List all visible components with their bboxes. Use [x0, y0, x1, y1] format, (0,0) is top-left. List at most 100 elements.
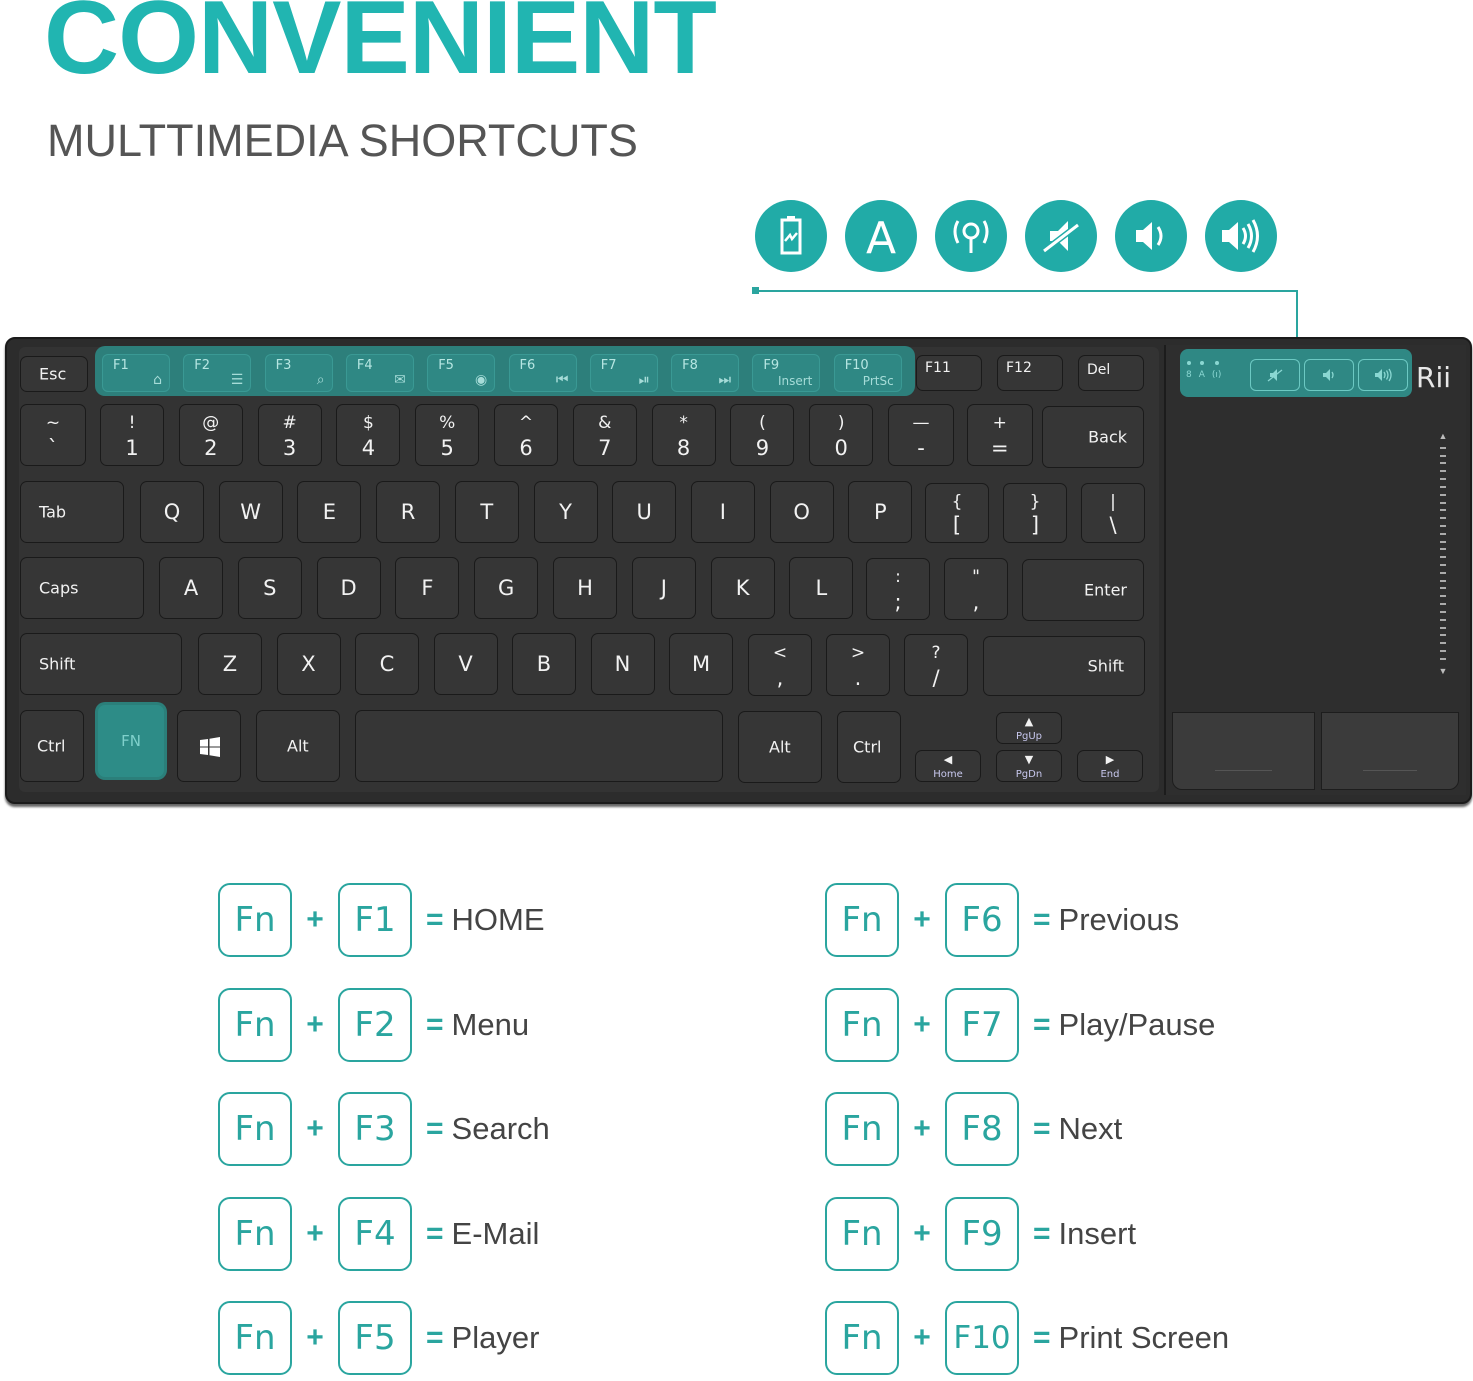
key-del[interactable]: Del	[1078, 355, 1144, 391]
key-number[interactable]: ! 1	[100, 404, 164, 466]
key-end[interactable]: ▶ End	[1077, 750, 1143, 782]
key-z[interactable]: Z	[198, 633, 262, 695]
key-number[interactable]: $4	[336, 404, 401, 466]
key-number[interactable]: % 5	[415, 404, 480, 466]
key-f1[interactable]: F1 ⌂	[102, 354, 170, 392]
key-pgup[interactable]: ▲ PgUp	[996, 712, 1062, 744]
key-alt-left[interactable]: Alt	[256, 710, 340, 782]
key-r[interactable]: R	[376, 481, 441, 543]
key-x[interactable]: X	[276, 633, 341, 695]
mute-button[interactable]	[1250, 359, 1300, 391]
key-p[interactable]: P	[848, 481, 913, 543]
key-fn[interactable]: FN	[98, 705, 164, 777]
key-l[interactable]: L	[789, 557, 854, 619]
key-f3[interactable]: F3 ⌕	[264, 354, 333, 392]
key-c[interactable]: C	[355, 633, 419, 695]
key-f7[interactable]: F7 ⏯	[589, 354, 658, 392]
key-s[interactable]: S	[237, 557, 302, 619]
key-shift-right[interactable]: Shift	[983, 636, 1145, 696]
left-click-button[interactable]	[1172, 712, 1315, 790]
key-k[interactable]: K	[710, 557, 775, 619]
key-number[interactable]: ~ `	[20, 404, 86, 466]
key-g[interactable]: G	[474, 557, 539, 619]
key-number[interactable]: + =	[966, 404, 1033, 466]
key-d[interactable]: D	[316, 557, 381, 619]
key-f8[interactable]: F8 ⏭	[671, 354, 740, 392]
key-f5[interactable]: F5 ◉	[427, 354, 496, 392]
volume-up-button[interactable]	[1358, 359, 1408, 391]
key-symbol[interactable]: | \	[1081, 483, 1145, 543]
volume-down-button[interactable]	[1304, 359, 1354, 391]
key-j[interactable]: J	[631, 557, 696, 619]
scroll-tick	[1440, 493, 1446, 496]
key-b[interactable]: B	[512, 633, 576, 695]
key-symbol[interactable]: <,	[748, 634, 812, 696]
key-y[interactable]: Y	[533, 481, 598, 543]
key-enter[interactable]: Enter	[1022, 559, 1144, 621]
mute-icon	[1025, 200, 1097, 272]
key-symbol[interactable]: ? /	[904, 634, 968, 696]
key-t[interactable]: T	[454, 481, 519, 543]
key-ctrl-left[interactable]: Ctrl	[20, 710, 84, 782]
key-v[interactable]: V	[433, 633, 498, 695]
key-home[interactable]: ◀ Home	[915, 750, 981, 782]
scroll-tick	[1440, 446, 1446, 449]
key-alt-right[interactable]: Alt	[738, 711, 822, 783]
plus-sign: +	[913, 1321, 931, 1354]
key-w[interactable]: W	[218, 481, 283, 543]
key-symbol[interactable]: >.	[826, 634, 890, 696]
key-a[interactable]: A	[159, 557, 223, 619]
key-e[interactable]: E	[297, 481, 362, 543]
key-backspace[interactable]: Back	[1042, 406, 1144, 468]
page-subtitle: MULTTIMEDIA SHORTCUTS	[47, 115, 638, 166]
key-f[interactable]: F	[395, 557, 460, 619]
touchpad[interactable]: 8 A (ı) Rii ▲ ▼	[1164, 345, 1466, 795]
key-caps-lock[interactable]: Caps	[20, 557, 144, 619]
key-u[interactable]: U	[612, 481, 677, 543]
key-f4[interactable]: F4 ✉	[345, 354, 414, 392]
key-number[interactable]: (9	[730, 404, 795, 466]
key-symbol[interactable]: ",	[944, 558, 1008, 620]
shortcut-modifier-key: Fn	[218, 1301, 292, 1375]
end-arrow-icon: ▶	[1105, 753, 1115, 766]
key-label: X	[301, 652, 316, 676]
key-space[interactable]	[355, 710, 723, 782]
key-symbol[interactable]: {[	[925, 483, 989, 543]
key-esc[interactable]: Esc	[20, 356, 88, 392]
key-number[interactable]: — -	[888, 404, 954, 466]
key-windows[interactable]	[177, 710, 241, 782]
key-f6[interactable]: F6 ⏮	[508, 354, 577, 392]
key-number[interactable]: ) 0	[809, 404, 874, 466]
key-i[interactable]: I	[690, 481, 755, 543]
key-symbol[interactable]: :;	[866, 558, 930, 620]
key-symbol[interactable]: }]	[1003, 483, 1067, 543]
key-label: ,	[776, 666, 784, 690]
key-ctrl-right[interactable]: Ctrl	[837, 711, 901, 783]
key-f9[interactable]: F9 Insert	[752, 354, 821, 392]
key-n[interactable]: N	[590, 633, 655, 695]
key-tab[interactable]: Tab	[20, 481, 124, 543]
key-label: U	[636, 500, 652, 524]
key-f11[interactable]: F11	[916, 355, 982, 391]
menu-icon: ☰	[230, 372, 244, 388]
key-number[interactable]: @2	[178, 404, 243, 466]
key-m[interactable]: M	[669, 633, 733, 695]
key-q[interactable]: Q	[140, 481, 204, 543]
key-shift-left[interactable]: Shift	[20, 633, 182, 695]
key-f2[interactable]: F2 ☰	[183, 354, 252, 392]
key-pgdn[interactable]: ▼ PgDn	[996, 750, 1062, 782]
key-number[interactable]: & 7	[572, 404, 637, 466]
key-h[interactable]: H	[553, 557, 617, 619]
shortcut-action: Print Screen	[1058, 1320, 1230, 1355]
key-o[interactable]: O	[769, 481, 834, 543]
key-label: 3	[282, 436, 297, 460]
key-number[interactable]: ^ 6	[494, 404, 558, 466]
fkey-label: F8	[682, 358, 698, 373]
key-f12[interactable]: F12	[997, 355, 1063, 391]
key-number[interactable]: #3	[257, 404, 322, 466]
key-f10[interactable]: F10 PrtSc	[833, 354, 902, 392]
key-number[interactable]: * 8	[651, 404, 716, 466]
right-click-button[interactable]	[1321, 712, 1459, 790]
scroll-strip[interactable]: ▲ ▼	[1439, 431, 1448, 676]
scroll-tick	[1440, 649, 1446, 652]
